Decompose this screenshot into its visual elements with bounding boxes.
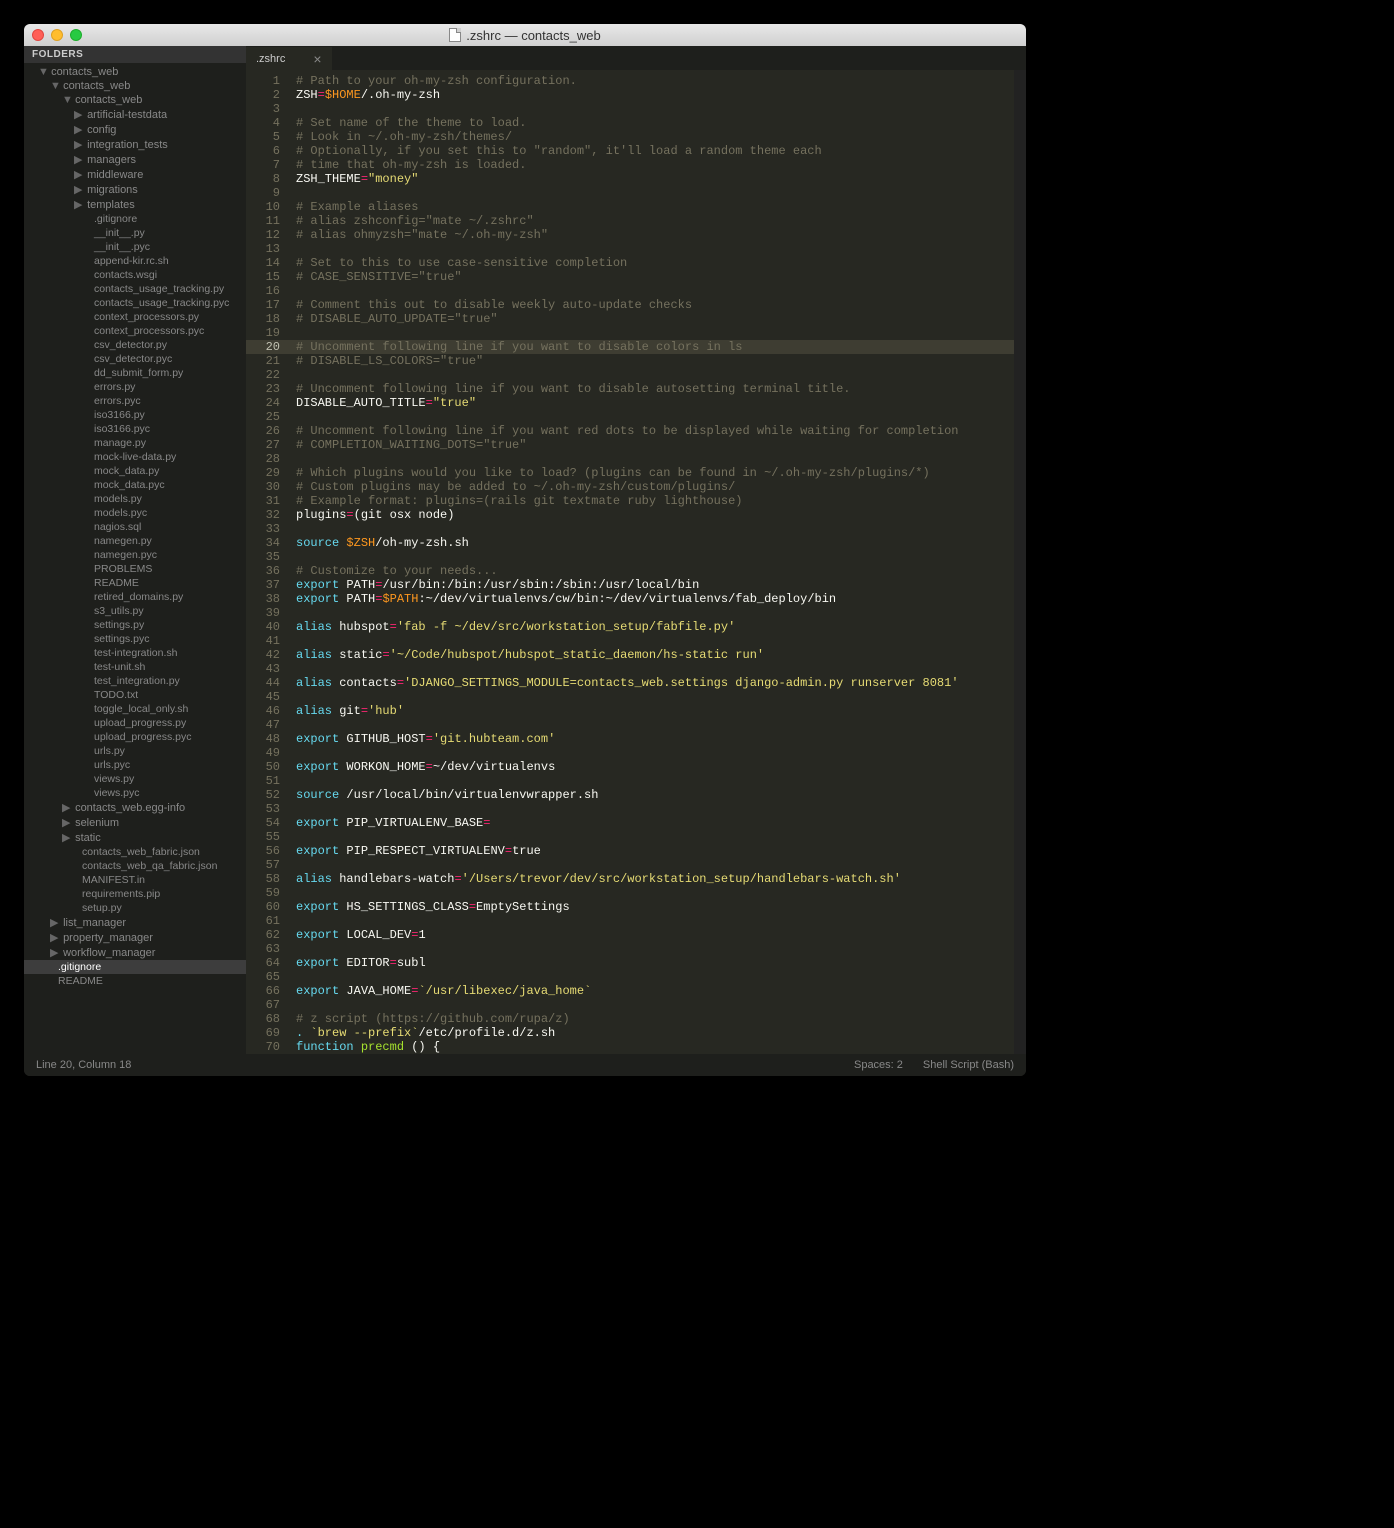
tree-file[interactable]: models.py [24,492,246,506]
tree-file[interactable]: test_integration.py [24,674,246,688]
tree-file[interactable]: contacts_usage_tracking.py [24,282,246,296]
tab-label: .zshrc [256,53,285,65]
tree-file[interactable]: retired_domains.py [24,590,246,604]
tree-file[interactable]: iso3166.py [24,408,246,422]
tree-file[interactable]: views.pyc [24,786,246,800]
tree-file[interactable]: errors.pyc [24,394,246,408]
window-title-text: .zshrc — contacts_web [466,28,600,43]
tree-file[interactable]: PROBLEMS [24,562,246,576]
tree-file[interactable]: __init__.py [24,226,246,240]
editor-area: .zshrc × 1234567891011121314151617181920… [246,46,1026,1054]
tree-file[interactable]: views.py [24,772,246,786]
tree-folder[interactable]: ▶ list_manager [24,915,246,930]
tree-file[interactable]: __init__.pyc [24,240,246,254]
tree-file[interactable]: errors.py [24,380,246,394]
tree-folder[interactable]: ▼ contacts_web [24,65,246,79]
code-content[interactable]: # Path to your oh-my-zsh configuration.Z… [288,70,1014,1054]
tree-folder[interactable]: ▶ contacts_web.egg-info [24,800,246,815]
tree-file[interactable]: README [24,576,246,590]
tree-file[interactable]: .gitignore [24,960,246,974]
window-title: .zshrc — contacts_web [24,28,1026,43]
tree-file[interactable]: iso3166.pyc [24,422,246,436]
tree-file[interactable]: TODO.txt [24,688,246,702]
tree-folder[interactable]: ▶ migrations [24,182,246,197]
syntax-setting[interactable]: Shell Script (Bash) [923,1059,1014,1071]
tree-file[interactable]: setup.py [24,901,246,915]
tree-file[interactable]: contacts_web_qa_fabric.json [24,859,246,873]
tree-file[interactable]: requirements.pip [24,887,246,901]
tree-file[interactable]: dd_submit_form.py [24,366,246,380]
minimap[interactable] [1014,70,1026,1054]
window: .zshrc — contacts_web FOLDERS ▼ contacts… [24,24,1026,1076]
tree-file[interactable]: MANIFEST.in [24,873,246,887]
tree-folder[interactable]: ▶ middleware [24,167,246,182]
indent-setting[interactable]: Spaces: 2 [854,1059,903,1071]
tree-folder[interactable]: ▶ selenium [24,815,246,830]
tree-file[interactable]: toggle_local_only.sh [24,702,246,716]
tree-file[interactable]: test-unit.sh [24,660,246,674]
document-icon [449,28,461,42]
tree-file[interactable]: csv_detector.py [24,338,246,352]
close-icon[interactable]: × [313,51,321,67]
tree-file[interactable]: upload_progress.pyc [24,730,246,744]
tree-folder[interactable]: ▶ static [24,830,246,845]
tree-file[interactable]: urls.pyc [24,758,246,772]
tree-file[interactable]: context_processors.py [24,310,246,324]
cursor-position[interactable]: Line 20, Column 18 [36,1059,131,1071]
tree-file[interactable]: append-kir.rc.sh [24,254,246,268]
folder-tree: ▼ contacts_web▼ contacts_web▼ contacts_w… [24,63,246,988]
tree-file[interactable]: contacts.wsgi [24,268,246,282]
tree-file[interactable]: csv_detector.pyc [24,352,246,366]
tree-folder[interactable]: ▶ workflow_manager [24,945,246,960]
tree-file[interactable]: settings.py [24,618,246,632]
tree-file[interactable]: .gitignore [24,212,246,226]
sidebar[interactable]: FOLDERS ▼ contacts_web▼ contacts_web▼ co… [24,46,246,1054]
tree-folder[interactable]: ▶ artificial-testdata [24,107,246,122]
tree-file[interactable]: context_processors.pyc [24,324,246,338]
tree-folder[interactable]: ▶ integration_tests [24,137,246,152]
tree-file[interactable]: urls.py [24,744,246,758]
tree-file[interactable]: namegen.py [24,534,246,548]
line-gutter: 1234567891011121314151617181920212223242… [246,70,288,1054]
tab-zshrc[interactable]: .zshrc × [246,47,332,70]
tree-file[interactable]: contacts_usage_tracking.pyc [24,296,246,310]
sidebar-header: FOLDERS [24,46,246,63]
tree-file[interactable]: mock-live-data.py [24,450,246,464]
tree-folder[interactable]: ▼ contacts_web [24,79,246,93]
statusbar: Line 20, Column 18 Spaces: 2 Shell Scrip… [24,1054,1026,1076]
tree-folder[interactable]: ▶ templates [24,197,246,212]
tree-file[interactable]: namegen.pyc [24,548,246,562]
tree-file[interactable]: manage.py [24,436,246,450]
tabstrip: .zshrc × [246,46,1026,70]
titlebar: .zshrc — contacts_web [24,24,1026,46]
tree-folder[interactable]: ▶ managers [24,152,246,167]
tree-file[interactable]: nagios.sql [24,520,246,534]
main-layout: FOLDERS ▼ contacts_web▼ contacts_web▼ co… [24,46,1026,1054]
tree-file[interactable]: mock_data.pyc [24,478,246,492]
tree-file[interactable]: README [24,974,246,988]
tree-file[interactable]: upload_progress.py [24,716,246,730]
tree-file[interactable]: mock_data.py [24,464,246,478]
tree-file[interactable]: test-integration.sh [24,646,246,660]
tree-folder[interactable]: ▶ config [24,122,246,137]
tree-file[interactable]: contacts_web_fabric.json [24,845,246,859]
tree-folder[interactable]: ▼ contacts_web [24,93,246,107]
code-scroll[interactable]: 1234567891011121314151617181920212223242… [246,70,1026,1054]
tree-file[interactable]: models.pyc [24,506,246,520]
tree-file[interactable]: s3_utils.py [24,604,246,618]
tree-file[interactable]: settings.pyc [24,632,246,646]
tree-folder[interactable]: ▶ property_manager [24,930,246,945]
